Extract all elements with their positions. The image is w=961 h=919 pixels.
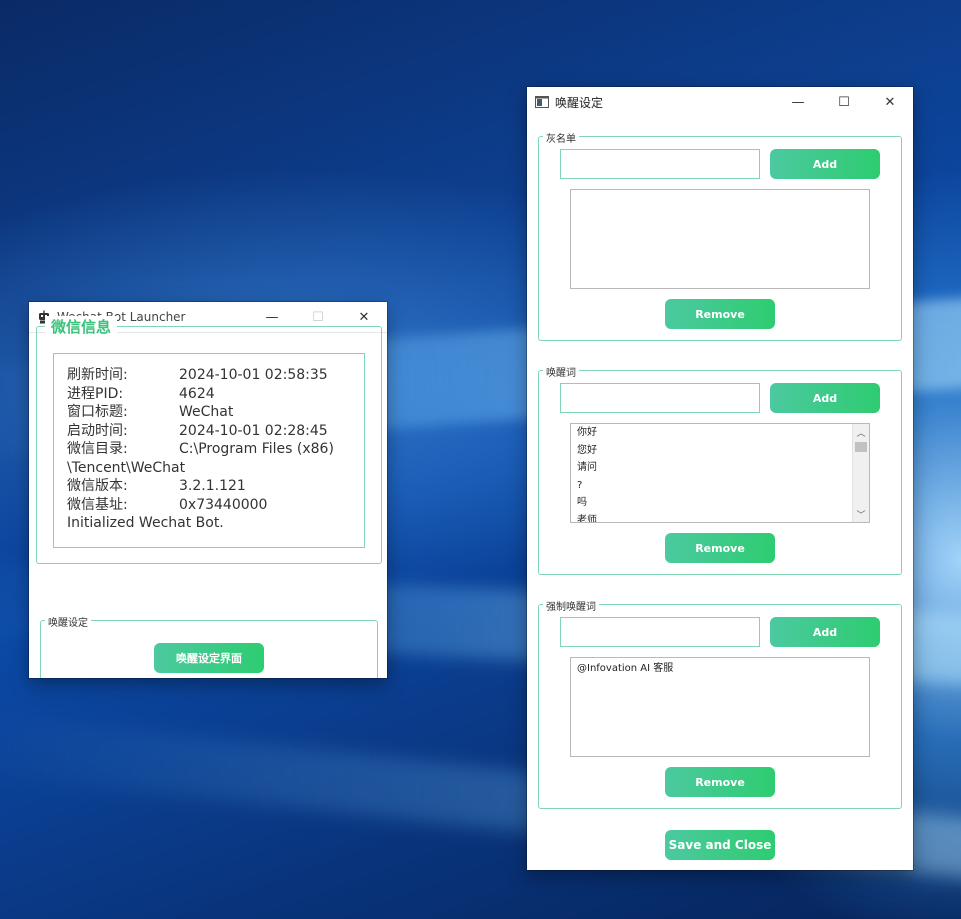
list-item[interactable]: 吗 xyxy=(571,494,869,512)
info-value: 2024-10-01 02:28:45 xyxy=(179,422,328,439)
force-wake-words-legend: 强制唤醒词 xyxy=(543,598,599,613)
scrollbar[interactable]: ︿ ﹀ xyxy=(852,424,869,522)
scroll-up-icon[interactable]: ︿ xyxy=(853,424,869,440)
info-label: 微信目录: xyxy=(67,441,128,457)
save-and-close-button[interactable]: Save and Close xyxy=(665,830,775,860)
list-item[interactable]: 请问 xyxy=(571,459,869,477)
list-item[interactable]: ? xyxy=(571,477,869,495)
list-item[interactable]: 您好 xyxy=(571,442,869,460)
info-label: 微信版本: xyxy=(67,478,128,494)
info-row: 微信版本: 3.2.1.121 xyxy=(67,477,334,496)
info-value: 3.2.1.121 xyxy=(179,478,246,494)
info-row: 启动时间: 2024-10-01 02:28:45 xyxy=(67,422,334,441)
force-wake-words-group: 强制唤醒词 Add @Infovation AI 客服 Remove xyxy=(538,598,902,809)
wake-settings-group: 唤醒设定 唤醒设定界面 xyxy=(40,614,378,678)
settings-titlebar[interactable]: 唤醒设定 — ☐ ✕ xyxy=(527,87,913,117)
info-label: 窗口标题: xyxy=(67,404,128,420)
open-wake-settings-button[interactable]: 唤醒设定界面 xyxy=(154,643,264,673)
wake-words-input[interactable] xyxy=(560,383,760,413)
blacklist-legend: 灰名单 xyxy=(543,130,579,145)
launcher-window: Wechat Bot Launcher — ☐ ✕ 微信信息 刷新时间: 2024… xyxy=(29,302,387,678)
wechat-info-box: 刷新时间: 2024-10-01 02:58:35 进程PID: 4624 窗口标题… xyxy=(53,353,365,548)
scrollbar-thumb[interactable] xyxy=(855,442,867,452)
info-value: 2024-10-01 02:58:35 xyxy=(179,367,328,383)
blacklist-list[interactable] xyxy=(570,189,870,289)
info-row: \Tencent\WeChat xyxy=(67,459,334,478)
app-window-icon xyxy=(535,95,549,109)
wechat-info-group: 微信信息 刷新时间: 2024-10-01 02:58:35 进程PID: 4624… xyxy=(36,316,382,564)
wake-words-list[interactable]: 你好 您好 请问 ? 吗 老师 ︿ ﹀ xyxy=(570,423,870,523)
blacklist-input[interactable] xyxy=(560,149,760,179)
list-item[interactable]: @Infovation AI 客服 xyxy=(571,658,869,678)
force-wake-words-input[interactable] xyxy=(560,617,760,647)
info-value: WeChat xyxy=(179,404,234,420)
wechat-info-legend: 微信信息 xyxy=(45,316,118,337)
info-label: 刷新时间: xyxy=(67,367,128,383)
info-row: 微信基址: 0x73440000 xyxy=(67,496,334,515)
scroll-down-icon[interactable]: ﹀ xyxy=(853,506,869,522)
blacklist-add-button[interactable]: Add xyxy=(770,149,880,179)
wake-settings-window: 唤醒设定 — ☐ ✕ 灰名单 Add Remove 唤醒词 Add 你好 您好 … xyxy=(527,87,913,870)
maximize-button[interactable]: ☐ xyxy=(821,87,867,117)
info-label: 进程PID: xyxy=(67,385,124,402)
info-label: 启动时间: xyxy=(67,422,128,439)
info-value: C:\Program Files (x86) xyxy=(179,441,334,457)
wake-settings-legend: 唤醒设定 xyxy=(45,614,91,629)
blacklist-group: 灰名单 Add Remove xyxy=(538,130,902,341)
info-row: 微信目录: C:\Program Files (x86) xyxy=(67,440,334,459)
force-wake-words-list[interactable]: @Infovation AI 客服 xyxy=(570,657,870,757)
info-row: 窗口标题: WeChat xyxy=(67,403,334,422)
info-row: 刷新时间: 2024-10-01 02:58:35 xyxy=(67,366,334,385)
wake-words-group: 唤醒词 Add 你好 您好 请问 ? 吗 老师 ︿ ﹀ Remove xyxy=(538,364,902,575)
info-value: 0x73440000 xyxy=(179,496,268,513)
force-wake-words-add-button[interactable]: Add xyxy=(770,617,880,647)
force-wake-words-remove-button[interactable]: Remove xyxy=(665,767,775,797)
wake-words-remove-button[interactable]: Remove xyxy=(665,533,775,563)
info-row: 进程PID: 4624 xyxy=(67,385,334,404)
wake-words-legend: 唤醒词 xyxy=(543,364,579,379)
list-item[interactable]: 老师 xyxy=(571,512,869,523)
close-button[interactable]: ✕ xyxy=(867,87,913,117)
blacklist-remove-button[interactable]: Remove xyxy=(665,299,775,329)
info-label: 微信基址: xyxy=(67,496,128,513)
info-label: \Tencent\WeChat xyxy=(67,459,186,476)
wake-words-add-button[interactable]: Add xyxy=(770,383,880,413)
info-value: 4624 xyxy=(179,385,215,402)
minimize-button[interactable]: — xyxy=(775,87,821,117)
list-item[interactable]: 你好 xyxy=(571,424,869,442)
status-line: Initialized Wechat Bot. xyxy=(67,515,224,531)
window-title: 唤醒设定 xyxy=(555,95,604,110)
wechat-info-text: 刷新时间: 2024-10-01 02:58:35 进程PID: 4624 窗口标题… xyxy=(67,366,334,533)
